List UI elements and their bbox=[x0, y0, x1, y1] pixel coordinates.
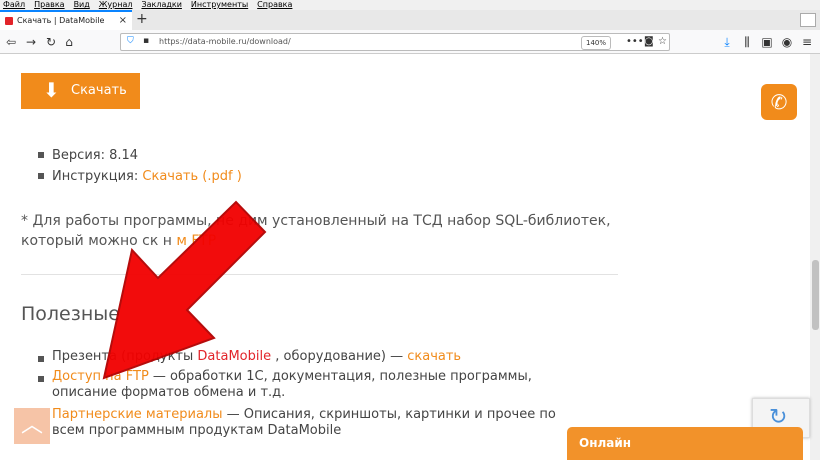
download-arrow-icon: ⬇ bbox=[43, 78, 60, 102]
presentation-item: Презента (продукты DataMobile , оборудов… bbox=[38, 349, 578, 365]
useful-list: Презента (продукты DataMobile , оборудов… bbox=[38, 349, 578, 439]
ftp-link[interactable]: Доступ на FTP bbox=[52, 369, 149, 384]
scroll-to-top-icon[interactable]: ︿ bbox=[14, 408, 50, 444]
url-bar[interactable]: ⛉ ▪ https://data-mobile.ru/download/ 140… bbox=[120, 33, 670, 51]
new-tab-button[interactable]: + bbox=[136, 10, 148, 28]
divider bbox=[21, 274, 618, 275]
scrollbar-thumb[interactable] bbox=[812, 260, 819, 330]
instruction-link[interactable]: Скачать (.pdf ) bbox=[142, 169, 241, 184]
sidebar-icon[interactable]: ▣ bbox=[760, 33, 774, 51]
page-content: ⬇ Скачать Версия: 8.14 Инструкция: Скача… bbox=[0, 54, 810, 460]
menu-view[interactable]: Вид bbox=[74, 0, 90, 9]
url-text[interactable]: https://data-mobile.ru/download/ bbox=[159, 34, 291, 50]
home-icon[interactable]: ⌂ bbox=[62, 33, 76, 51]
pocket-icon[interactable]: ◙ bbox=[644, 34, 654, 50]
tab-title: Скачать | DataMobile bbox=[17, 16, 105, 25]
note-text-4: н bbox=[162, 233, 172, 249]
online-chat-button[interactable]: Онлайн bbox=[567, 427, 803, 460]
favicon-icon bbox=[5, 17, 13, 25]
version-item: Версия: 8.14 bbox=[38, 145, 242, 166]
presentation-mid: (продукты bbox=[121, 349, 194, 364]
nav-toolbar: ⇦ → ↻ ⌂ ⛉ ▪ https://data-mobile.ru/downl… bbox=[0, 30, 820, 54]
menu-history[interactable]: Журнал bbox=[99, 0, 133, 9]
menu-edit[interactable]: Правка bbox=[34, 0, 64, 9]
presentation-download-link[interactable]: скачать bbox=[407, 349, 461, 364]
menu-bookmarks[interactable]: Закладки bbox=[141, 0, 181, 9]
library-icon[interactable]: ⫼ bbox=[740, 33, 754, 51]
ftp-item: Доступ на FTP — обработки 1С, документац… bbox=[38, 369, 578, 401]
tab-strip: Скачать | DataMobile × + bbox=[0, 10, 820, 30]
brand-datamobile: DataMobile bbox=[197, 349, 272, 364]
presentation-tail: , оборудование) — bbox=[275, 349, 404, 364]
section-title: Полезные bbox=[21, 303, 120, 325]
note-text-1: * Для работы программы, не bbox=[21, 213, 234, 229]
shield-icon[interactable]: ⛉ bbox=[127, 36, 134, 46]
tab-download[interactable]: Скачать | DataMobile × bbox=[0, 10, 132, 30]
lock-icon[interactable]: ▪ bbox=[143, 36, 149, 46]
forward-icon[interactable]: → bbox=[24, 33, 38, 51]
menu-tools[interactable]: Инструменты bbox=[191, 0, 248, 9]
phone-icon[interactable]: ✆ bbox=[761, 84, 797, 120]
download-button[interactable]: ⬇ Скачать bbox=[21, 73, 140, 109]
menu-icon[interactable]: ≡ bbox=[800, 33, 814, 51]
account-icon[interactable]: ◉ bbox=[780, 33, 794, 51]
instruction-label: Инструкция: bbox=[52, 169, 139, 184]
online-chat-label: Онлайн bbox=[579, 436, 632, 450]
note-text-3: который можно ск bbox=[21, 233, 159, 249]
back-icon[interactable]: ⇦ bbox=[4, 33, 18, 51]
requirements-note: * Для работы программы, не дим установле… bbox=[21, 211, 621, 251]
version-label: Версия: 8.14 bbox=[52, 148, 139, 163]
info-list: Версия: 8.14 Инструкция: Скачать (.pdf ) bbox=[38, 145, 242, 187]
instruction-item: Инструкция: Скачать (.pdf ) bbox=[38, 166, 242, 187]
ftp-note-link[interactable]: м FTP bbox=[176, 233, 216, 249]
menu-file[interactable]: Файл bbox=[3, 0, 25, 9]
close-tab-icon[interactable]: × bbox=[119, 12, 127, 30]
menu-bar: Файл Правка Вид Журнал Закладки Инструменты Сп… bbox=[0, 0, 820, 10]
download-icon[interactable]: ⤓ bbox=[720, 33, 734, 51]
more-icon[interactable]: ••• bbox=[626, 34, 644, 50]
note-text-2: дим установленный на ТСД набор SQL-библи… bbox=[238, 213, 611, 229]
download-button-label: Скачать bbox=[71, 83, 127, 98]
reload-icon[interactable]: ↻ bbox=[44, 33, 58, 51]
presentation-prefix: Презента bbox=[52, 349, 117, 364]
scrollbar[interactable] bbox=[810, 54, 820, 460]
bookmark-star-icon[interactable]: ☆ bbox=[658, 34, 667, 50]
menu-help[interactable]: Справка bbox=[257, 0, 292, 9]
window-control-icon[interactable] bbox=[800, 13, 816, 27]
partners-link[interactable]: Партнерские материалы bbox=[52, 407, 222, 422]
zoom-indicator[interactable]: 140% bbox=[581, 36, 612, 50]
partners-item: Партнерские материалы — Описания, скринш… bbox=[38, 407, 578, 439]
